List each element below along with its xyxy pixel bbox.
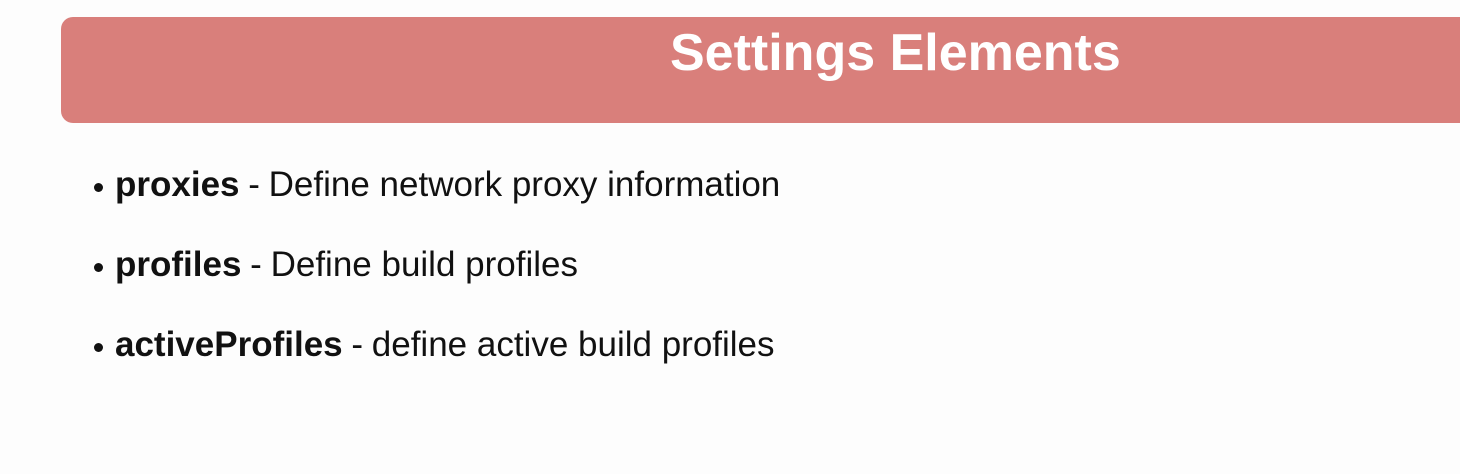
element-description: Define build profiles	[270, 245, 578, 284]
list-item: activeProfiles - define active build pro…	[94, 305, 780, 385]
slide-title: Settings Elements	[670, 24, 1121, 82]
element-term: activeProfiles	[115, 325, 343, 364]
element-description: Define network proxy information	[268, 165, 781, 204]
element-term: profiles	[115, 245, 242, 284]
separator: -	[250, 245, 262, 284]
bullet-dot-icon	[94, 262, 103, 272]
bullet-dot-icon	[94, 342, 103, 352]
separator: -	[248, 165, 260, 204]
bullet-list: proxies - Define network proxy informati…	[94, 145, 780, 385]
bullet-dot-icon	[94, 182, 103, 192]
list-item: proxies - Define network proxy informati…	[94, 145, 780, 225]
element-description: define active build profiles	[371, 325, 775, 364]
element-term: proxies	[115, 165, 240, 204]
separator: -	[351, 325, 364, 364]
list-item: profiles - Define build profiles	[94, 225, 780, 305]
